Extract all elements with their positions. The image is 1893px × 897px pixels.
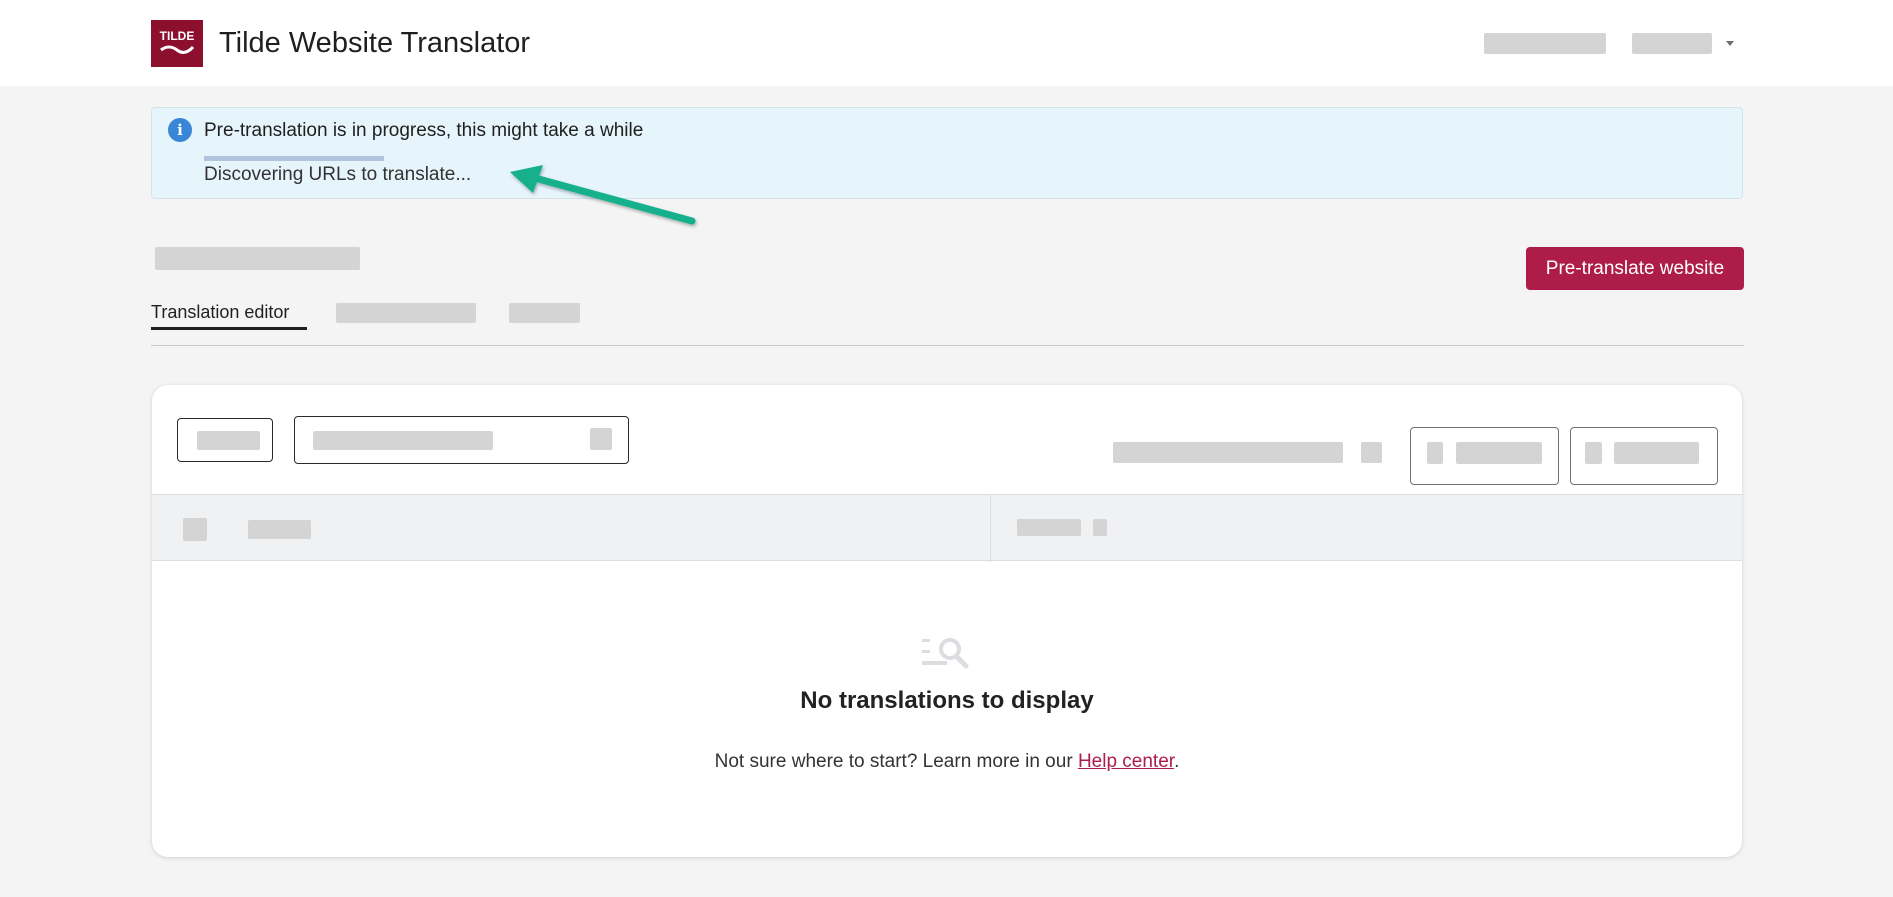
app-header: TILDE Tilde Website Translator bbox=[0, 0, 1893, 86]
toolbar-icon-placeholder[interactable] bbox=[1361, 442, 1382, 463]
search-input[interactable] bbox=[294, 416, 629, 464]
page-title-placeholder bbox=[155, 247, 360, 270]
button-label-placeholder bbox=[1456, 442, 1542, 464]
tilde-logo[interactable]: TILDE bbox=[151, 20, 203, 67]
active-tab-indicator bbox=[151, 327, 307, 330]
button-label-placeholder bbox=[197, 431, 260, 450]
column-divider bbox=[990, 495, 991, 562]
translations-card: No translations to display Not sure wher… bbox=[152, 385, 1742, 857]
pretranslate-website-button[interactable]: Pre-translate website bbox=[1526, 247, 1744, 290]
button-icon-placeholder bbox=[1585, 442, 1602, 464]
toolbar-text-placeholder bbox=[1113, 442, 1343, 463]
user-menu-placeholder[interactable] bbox=[1632, 33, 1712, 54]
button-label-placeholder bbox=[1614, 442, 1699, 464]
column-header-placeholder[interactable] bbox=[1017, 519, 1081, 536]
tab-translation-editor[interactable]: Translation editor bbox=[151, 300, 289, 324]
tab-placeholder[interactable] bbox=[509, 303, 580, 323]
input-placeholder bbox=[313, 431, 493, 450]
empty-state-text: Not sure where to start? Learn more in o… bbox=[714, 751, 1078, 772]
search-list-icon bbox=[922, 638, 969, 669]
progress-bar bbox=[204, 156, 384, 161]
header-link-placeholder[interactable] bbox=[1484, 33, 1606, 54]
toolbar-button[interactable] bbox=[1410, 427, 1559, 485]
progress-bar-fill bbox=[204, 156, 384, 161]
app-title: Tilde Website Translator bbox=[219, 27, 531, 59]
banner-title: Pre-translation is in progress, this mig… bbox=[204, 120, 644, 141]
button-icon-placeholder bbox=[1427, 442, 1443, 464]
search-icon[interactable] bbox=[590, 428, 612, 450]
empty-state-title: No translations to display bbox=[800, 687, 1094, 714]
period: . bbox=[1174, 751, 1180, 772]
tabs-divider bbox=[151, 345, 1744, 346]
toolbar-button[interactable] bbox=[1570, 427, 1718, 485]
filter-button[interactable] bbox=[177, 418, 273, 462]
select-all-checkbox[interactable] bbox=[183, 518, 207, 541]
info-icon: i bbox=[168, 118, 192, 142]
banner-status: Discovering URLs to translate... bbox=[204, 164, 472, 185]
help-center-link[interactable]: Help center bbox=[1078, 751, 1174, 772]
caret-down-icon[interactable] bbox=[1726, 41, 1734, 46]
logo-text: TILDE bbox=[160, 29, 195, 43]
logo-icon: TILDE bbox=[160, 29, 195, 54]
table-header bbox=[152, 494, 1742, 562]
sort-icon[interactable] bbox=[1093, 519, 1107, 536]
tab-placeholder[interactable] bbox=[336, 303, 476, 323]
empty-state-subtitle: Not sure where to start? Learn more in o… bbox=[152, 751, 1742, 773]
column-header-placeholder[interactable] bbox=[248, 520, 311, 539]
